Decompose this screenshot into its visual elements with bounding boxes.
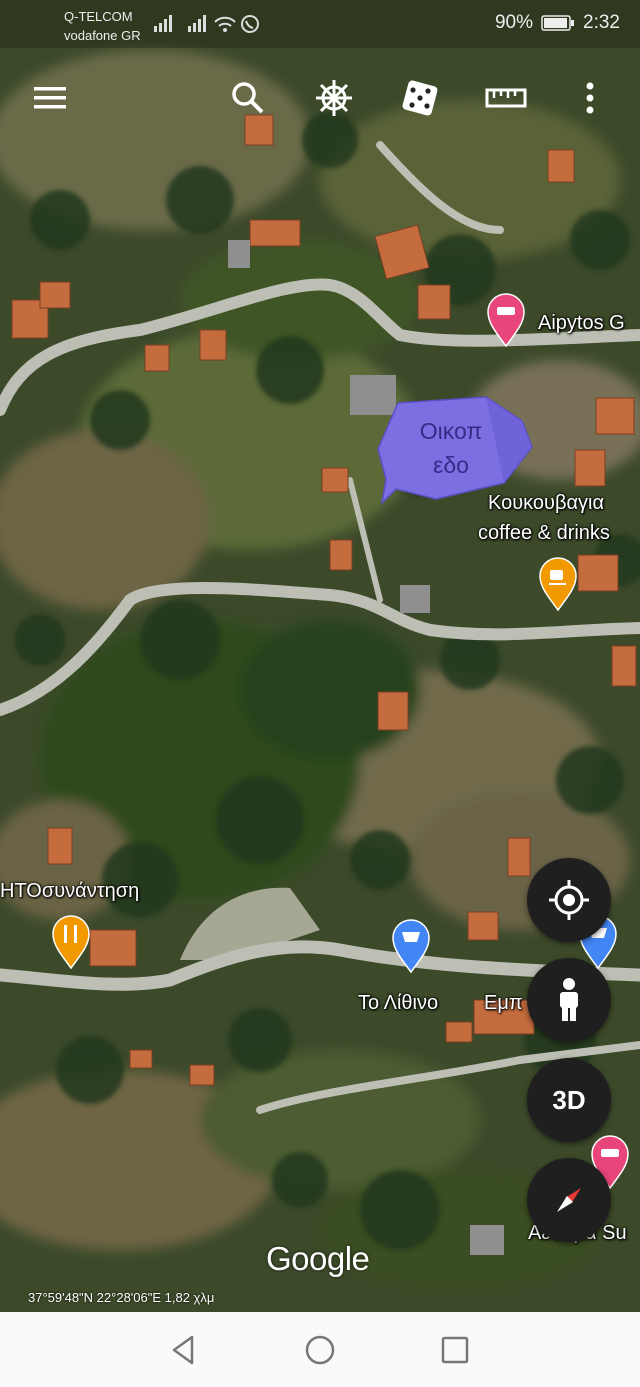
annotation-line-2: εδο (433, 452, 469, 478)
compass-icon (557, 1188, 581, 1212)
system-nav-bar (0, 1312, 640, 1387)
measure-button[interactable] (478, 70, 534, 126)
place-label-koukouvagia-line2[interactable]: coffee & drinks (478, 522, 610, 545)
viber-icon (241, 15, 259, 33)
carrier-info: Q-TELCOM vodafone GR (64, 7, 141, 45)
place-label-htosynantisi[interactable]: ΗΤΟσυνάντηση (0, 880, 139, 903)
street-view-button[interactable] (527, 958, 611, 1042)
place-label-to-lithino[interactable]: Το Λίθινο (358, 992, 438, 1015)
my-location-icon (549, 880, 589, 920)
carrier-1: Q-TELCOM (64, 9, 133, 24)
voyager-button[interactable] (306, 70, 362, 126)
compass-button[interactable] (527, 1158, 611, 1242)
place-label-koukouvagia-line1[interactable]: Κουκουβαγια (488, 492, 604, 515)
signal-icon-1 (154, 15, 172, 32)
home-icon (305, 1335, 335, 1365)
search-button[interactable] (220, 70, 276, 126)
search-icon (232, 82, 264, 114)
feeling-lucky-button[interactable] (392, 70, 448, 126)
top-toolbar (0, 70, 640, 126)
annotation-line-1: Οικοπ (419, 418, 483, 444)
more-vertical-icon (586, 82, 594, 114)
pegman-icon (560, 978, 578, 1021)
back-icon (172, 1335, 194, 1365)
back-button[interactable] (163, 1332, 203, 1368)
battery-icon (541, 15, 575, 31)
more-options-button[interactable] (562, 70, 618, 126)
status-bar: Q-TELCOM vodafone GR 90% 2:32 (0, 0, 640, 48)
coordinates-readout: 37°59'48"N 22°28'06"E 1,82 χλμ (28, 1290, 215, 1305)
my-location-button[interactable] (527, 858, 611, 942)
dice-icon (402, 80, 438, 116)
recents-button[interactable] (435, 1332, 475, 1368)
place-label-emp[interactable]: Εμπ (484, 992, 523, 1015)
status-right: 90% 2:32 (495, 12, 620, 34)
recents-icon (441, 1336, 469, 1364)
clock: 2:32 (583, 12, 620, 33)
battery-percent: 90% (494, 12, 534, 33)
annotation-marker[interactable]: Οικοπ εδο (376, 395, 536, 507)
place-label-aipytos[interactable]: Aipytos G (538, 312, 625, 335)
menu-button[interactable] (22, 70, 78, 126)
carrier-2: vodafone GR (64, 28, 141, 43)
home-button[interactable] (300, 1332, 340, 1368)
google-logo: Google (266, 1240, 370, 1277)
voyager-wheel-icon (316, 80, 352, 116)
menu-icon (34, 87, 66, 109)
wifi-icon (214, 16, 236, 32)
three-d-button[interactable]: 3D (527, 1058, 611, 1142)
ruler-icon (485, 88, 527, 108)
signal-icon-2 (188, 15, 206, 32)
